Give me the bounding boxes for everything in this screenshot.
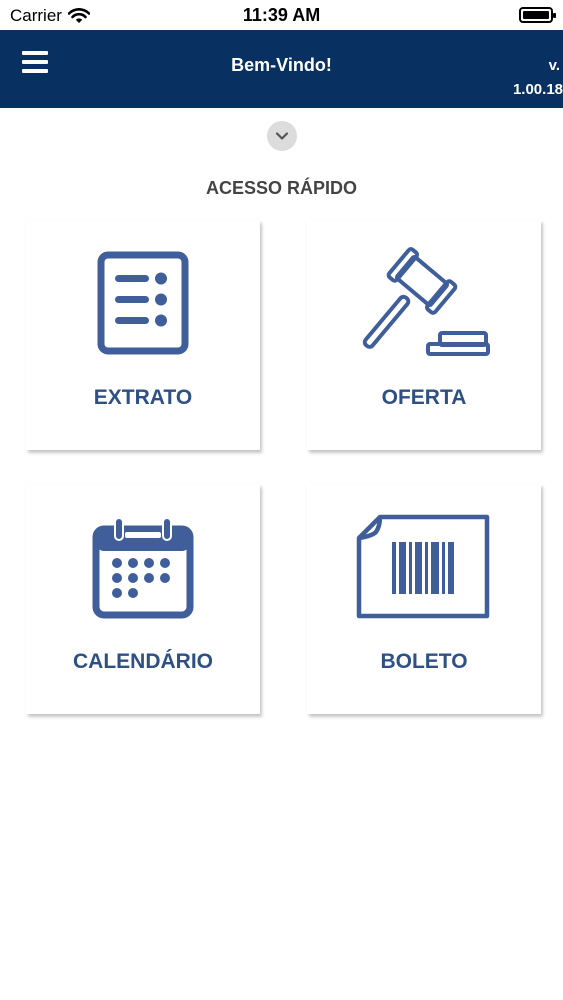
tile-extrato[interactable]: EXTRATO [26, 220, 260, 450]
quick-access-title: ACESSO RÁPIDO [205, 178, 358, 198]
app-version: v. 1.00.18 [513, 54, 563, 102]
status-bar: Carrier 11:39 AM [0, 0, 563, 30]
battery-icon [519, 7, 556, 23]
tile-label: EXTRATO [93, 386, 193, 409]
tile-boleto[interactable]: BOLETO [307, 484, 541, 714]
barcode-document-icon [356, 514, 490, 619]
collapse-toggle-button[interactable] [267, 121, 297, 151]
calendar-icon [92, 517, 194, 619]
status-time: 11:39 AM [242, 5, 321, 25]
app-header: Bem-Vindo! v. 1.00.18 [0, 30, 563, 108]
version-prefix: v. [548, 57, 560, 74]
version-number: 1.00.18 [512, 81, 563, 98]
header-title: Bem-Vindo! [231, 55, 332, 75]
tile-label: CALENDÁRIO [73, 650, 213, 673]
tile-label: OFERTA [381, 386, 467, 409]
chevron-down-icon [275, 132, 289, 140]
tile-calendario[interactable]: CALENDÁRIO [26, 484, 260, 714]
gavel-icon [362, 247, 490, 356]
tile-label: BOLETO [380, 650, 468, 673]
statement-list-icon [97, 251, 189, 355]
tile-oferta[interactable]: OFERTA [307, 220, 541, 450]
